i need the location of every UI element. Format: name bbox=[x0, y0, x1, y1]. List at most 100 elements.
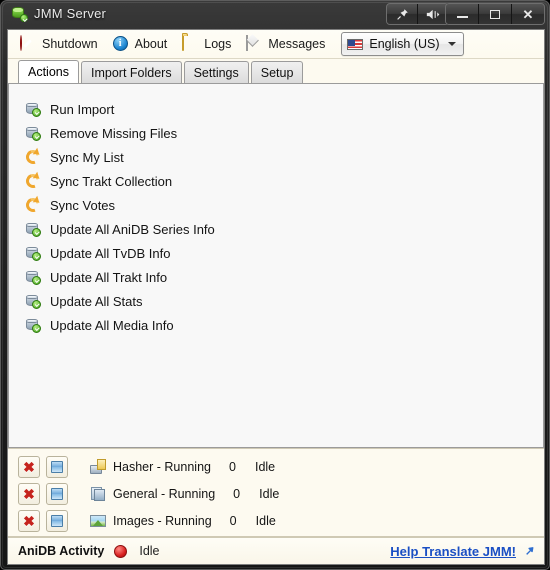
action-label: Sync My List bbox=[50, 149, 124, 165]
database-green-icon bbox=[11, 5, 28, 22]
anidb-activity-label: AniDB Activity bbox=[18, 544, 105, 558]
pause-general-button[interactable] bbox=[46, 482, 68, 505]
pause-icon bbox=[51, 514, 63, 527]
caption-extra-buttons bbox=[386, 3, 449, 25]
folder-icon bbox=[182, 35, 198, 52]
queue-panel: ✖ Hasher - Running 0 Idle ✖ General - Ru… bbox=[8, 448, 544, 537]
maximize-icon bbox=[490, 9, 500, 19]
pin-icon bbox=[396, 8, 409, 21]
caption-window-buttons: ✕ bbox=[445, 3, 545, 25]
window-title: JMM Server bbox=[34, 5, 107, 21]
database-check-icon bbox=[25, 293, 41, 309]
info-icon: i bbox=[112, 36, 129, 52]
messages-label: Messages bbox=[268, 37, 326, 51]
x-icon: ✖ bbox=[23, 485, 35, 502]
logs-button[interactable]: Logs bbox=[177, 33, 241, 55]
action-update-all-trakt-info[interactable]: Update All Trakt Info bbox=[25, 265, 173, 289]
action-remove-missing-files[interactable]: Remove Missing Files bbox=[25, 121, 183, 145]
shutdown-icon bbox=[20, 35, 36, 52]
language-dropdown[interactable]: English (US) bbox=[341, 32, 464, 56]
tab-settings-label: Settings bbox=[193, 65, 239, 80]
external-link-arrow-icon[interactable] bbox=[523, 545, 536, 558]
images-icon bbox=[90, 513, 106, 529]
sync-icon bbox=[23, 195, 43, 215]
minimize-icon bbox=[456, 16, 468, 18]
queue-state: Idle bbox=[254, 459, 276, 474]
maximize-button[interactable] bbox=[479, 4, 512, 24]
queue-count: 0 bbox=[233, 486, 241, 501]
about-button[interactable]: i About bbox=[108, 33, 178, 55]
tab-actions[interactable]: Actions bbox=[18, 60, 79, 83]
tab-settings[interactable]: Settings bbox=[183, 61, 249, 83]
action-label: Run Import bbox=[50, 101, 115, 117]
stop-general-button[interactable]: ✖ bbox=[18, 482, 40, 505]
stop-images-button[interactable]: ✖ bbox=[18, 509, 40, 532]
title-bar[interactable]: JMM Server ✕ bbox=[1, 1, 549, 29]
queue-count: 0 bbox=[228, 459, 236, 474]
database-check-icon bbox=[25, 245, 41, 261]
action-label: Sync Votes bbox=[50, 197, 116, 213]
action-sync-trakt-collection[interactable]: Sync Trakt Collection bbox=[23, 169, 178, 193]
x-icon: ✖ bbox=[23, 458, 35, 475]
pin-button[interactable] bbox=[387, 4, 418, 24]
queue-row-images: ✖ Images - Running 0 Idle bbox=[18, 507, 544, 534]
shutdown-button[interactable]: Shutdown bbox=[15, 33, 108, 55]
main-toolbar: Shutdown i About Logs Messages English (… bbox=[8, 30, 544, 59]
database-check-icon bbox=[25, 101, 41, 117]
queue-name: Hasher - Running bbox=[113, 459, 211, 474]
queue-row-general: ✖ General - Running 0 Idle bbox=[18, 480, 544, 507]
close-icon: ✕ bbox=[522, 6, 534, 22]
application-window: JMM Server ✕ Shutdown i About Logs Messa… bbox=[0, 0, 550, 570]
action-sync-votes[interactable]: Sync Votes bbox=[23, 193, 121, 217]
anidb-activity-state: Idle bbox=[139, 544, 160, 558]
tab-setup-label: Setup bbox=[260, 65, 294, 80]
tab-actions-label: Actions bbox=[28, 65, 69, 79]
language-value: English (US) bbox=[369, 37, 440, 51]
action-sync-my-list[interactable]: Sync My List bbox=[23, 145, 130, 169]
title-bar-left: JMM Server bbox=[11, 5, 107, 22]
action-label: Update All Stats bbox=[50, 293, 143, 309]
action-update-all-stats[interactable]: Update All Stats bbox=[25, 289, 149, 313]
status-bar: AniDB Activity Idle Help Translate JMM! bbox=[8, 537, 544, 564]
sync-icon bbox=[23, 147, 43, 167]
stop-hasher-button[interactable]: ✖ bbox=[18, 455, 40, 478]
pause-icon bbox=[51, 460, 63, 473]
red-status-led bbox=[114, 544, 128, 558]
tab-import-folders-label: Import Folders bbox=[91, 65, 172, 80]
queue-name: General - Running bbox=[113, 486, 216, 501]
minimize-button[interactable] bbox=[446, 4, 479, 24]
logs-label: Logs bbox=[204, 37, 232, 51]
database-check-icon bbox=[25, 317, 41, 333]
general-icon bbox=[90, 486, 106, 502]
queue-row-hasher: ✖ Hasher - Running 0 Idle bbox=[18, 453, 544, 480]
tab-import-folders[interactable]: Import Folders bbox=[81, 61, 182, 83]
hasher-icon bbox=[90, 458, 106, 475]
action-update-all-media-info[interactable]: Update All Media Info bbox=[25, 313, 180, 337]
pause-icon bbox=[51, 487, 63, 500]
action-run-import[interactable]: Run Import bbox=[25, 97, 120, 121]
action-update-all-anidb-series-info[interactable]: Update All AniDB Series Info bbox=[25, 217, 221, 241]
action-label: Update All Media Info bbox=[50, 317, 174, 333]
close-button[interactable]: ✕ bbox=[512, 4, 544, 24]
tab-setup[interactable]: Setup bbox=[250, 61, 304, 83]
database-check-icon bbox=[25, 125, 41, 141]
envelope-icon bbox=[246, 35, 262, 52]
action-label: Update All AniDB Series Info bbox=[50, 221, 215, 237]
sync-icon bbox=[23, 171, 43, 191]
pause-images-button[interactable] bbox=[46, 509, 68, 532]
messages-button[interactable]: Messages bbox=[241, 33, 335, 55]
action-label: Remove Missing Files bbox=[50, 125, 178, 141]
action-label: Sync Trakt Collection bbox=[50, 173, 173, 189]
pause-hasher-button[interactable] bbox=[46, 455, 68, 478]
us-flag-icon bbox=[347, 38, 364, 50]
help-translate-link[interactable]: Help Translate JMM! bbox=[390, 544, 516, 559]
action-label: Update All Trakt Info bbox=[50, 269, 168, 285]
tab-strip: Actions Import Folders Settings Setup bbox=[8, 59, 544, 83]
x-icon: ✖ bbox=[23, 512, 35, 529]
queue-state: Idle bbox=[255, 513, 276, 528]
queue-name: Images - Running bbox=[113, 513, 212, 528]
shutdown-label: Shutdown bbox=[42, 37, 98, 51]
action-update-all-tvdb-info[interactable]: Update All TvDB Info bbox=[25, 241, 176, 265]
volume-button[interactable] bbox=[418, 4, 448, 24]
database-check-icon bbox=[25, 269, 41, 285]
